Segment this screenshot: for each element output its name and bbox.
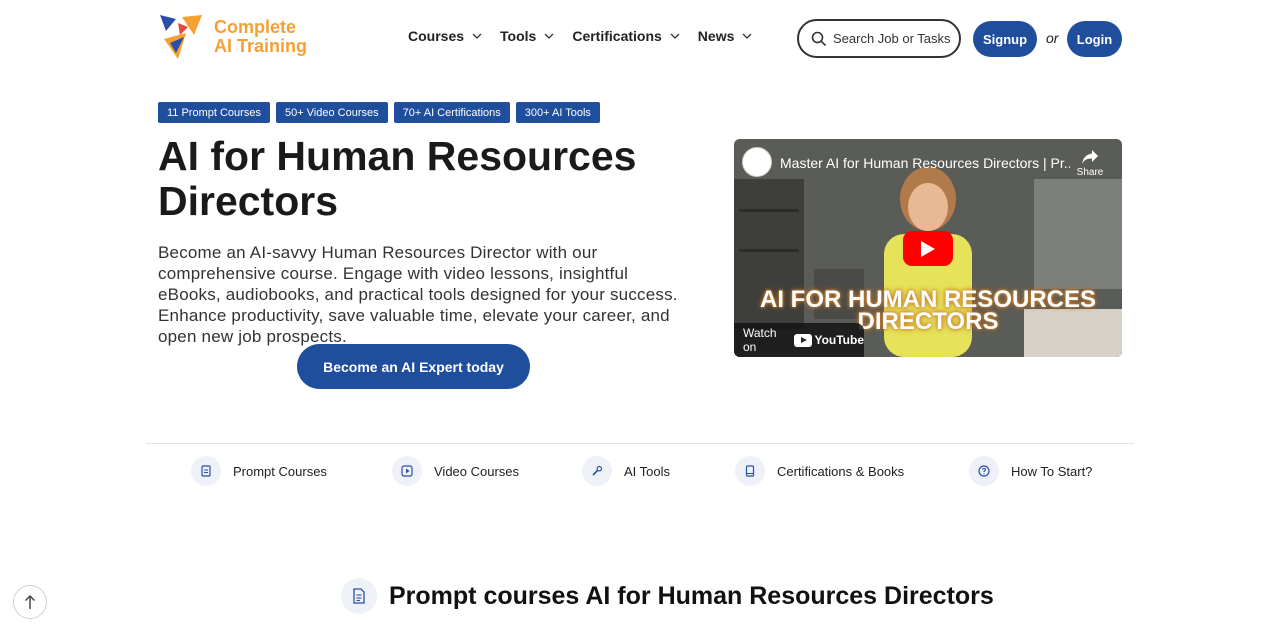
watch-on-label: Watch on <box>743 326 777 354</box>
main-nav: Courses Tools Certifications News <box>408 28 752 44</box>
logo-line-2: AI Training <box>214 36 308 56</box>
logo-mark-icon <box>160 15 202 59</box>
quick-link-prompt-courses[interactable]: Prompt Courses <box>191 456 327 486</box>
nav-certifications-label: Certifications <box>572 28 662 44</box>
search-input[interactable] <box>833 31 951 46</box>
quick-link-label: Prompt Courses <box>233 463 327 479</box>
become-expert-button[interactable]: Become an AI Expert today <box>297 344 530 389</box>
chevron-down-icon <box>670 33 680 39</box>
search-box[interactable] <box>797 19 961 58</box>
arrow-up-icon <box>24 594 36 609</box>
play-button[interactable] <box>903 231 953 266</box>
share-icon <box>1082 150 1098 164</box>
youtube-logo: YouTube <box>794 333 864 347</box>
chevron-down-icon <box>472 33 482 39</box>
site-logo[interactable]: Complete AI Training <box>158 13 318 61</box>
badge-certifications[interactable]: 70+ AI Certifications <box>393 102 510 123</box>
hero-description: Become an AI-savvy Human Resources Direc… <box>158 243 678 346</box>
video-embed[interactable]: Master AI for Human Resources Directors … <box>734 139 1122 357</box>
login-button[interactable]: Login <box>1067 21 1122 57</box>
nav-tools-label: Tools <box>500 28 537 44</box>
play-icon <box>921 240 935 257</box>
badge-prompt-courses[interactable]: 11 Prompt Courses <box>158 102 270 123</box>
quick-link-video-courses[interactable]: Video Courses <box>392 456 519 486</box>
section-title: Prompt courses AI for Human Resources Di… <box>389 581 994 610</box>
chevron-down-icon <box>544 33 554 39</box>
quick-link-label: Video Courses <box>434 463 520 479</box>
nav-courses-label: Courses <box>408 28 465 44</box>
section-divider <box>146 443 1134 444</box>
badge-video-courses[interactable]: 50+ Video Courses <box>275 102 388 123</box>
book-icon <box>735 456 765 486</box>
feature-badges: 11 Prompt Courses 50+ Video Courses 70+ … <box>158 102 600 123</box>
share-button[interactable]: Share <box>1072 149 1108 178</box>
page-title: AI for Human Resources Directors <box>158 133 637 224</box>
quick-link-label: Certifications & Books <box>777 463 905 479</box>
nav-tools[interactable]: Tools <box>500 28 554 44</box>
logo-text: Complete AI Training <box>214 18 307 56</box>
quick-link-label: AI Tools <box>624 463 671 479</box>
share-label: Share <box>1076 167 1104 178</box>
quick-link-label: How To Start? <box>1011 463 1093 479</box>
youtube-icon <box>794 333 813 347</box>
or-separator: or <box>1046 30 1059 46</box>
video-title[interactable]: Master AI for Human Resources Directors … <box>780 155 1070 171</box>
quick-link-ai-tools[interactable]: AI Tools <box>582 456 670 486</box>
document-icon <box>191 456 221 486</box>
youtube-wordmark: YouTube <box>814 333 864 347</box>
nav-certifications[interactable]: Certifications <box>572 28 680 44</box>
watch-on-youtube[interactable]: Watch on YouTube <box>734 323 864 357</box>
back-to-top-button[interactable] <box>13 585 47 619</box>
document-icon <box>341 578 377 614</box>
section-heading: Prompt courses AI for Human Resources Di… <box>341 578 994 614</box>
badge-ai-tools[interactable]: 300+ AI Tools <box>515 102 600 123</box>
nav-news[interactable]: News <box>698 28 753 44</box>
search-icon <box>811 31 827 46</box>
play-icon <box>392 456 422 486</box>
question-icon <box>969 456 999 486</box>
signup-button[interactable]: Signup <box>973 21 1037 57</box>
nav-courses[interactable]: Courses <box>408 28 482 44</box>
chevron-down-icon <box>742 33 752 39</box>
logo-line-1: Complete <box>214 17 297 37</box>
quick-link-certifications-books[interactable]: Certifications & Books <box>735 456 904 486</box>
nav-news-label: News <box>697 28 735 44</box>
wrench-icon <box>582 456 612 486</box>
site-header: Complete AI Training Courses Tools Certi… <box>0 0 1280 78</box>
channel-avatar[interactable] <box>742 147 772 177</box>
quick-link-how-to-start[interactable]: How To Start? <box>969 456 1092 486</box>
